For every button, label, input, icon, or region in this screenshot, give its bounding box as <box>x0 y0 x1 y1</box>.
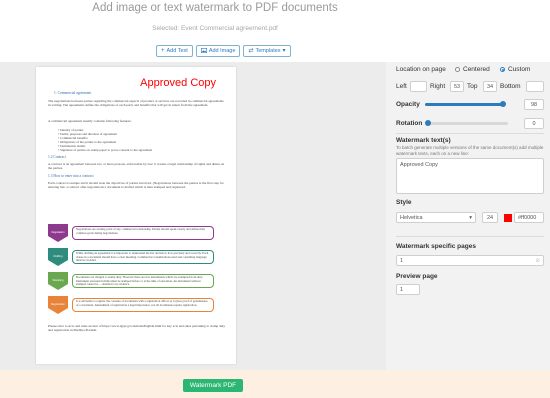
clear-icon[interactable]: ⊘ <box>535 258 540 264</box>
divider <box>396 236 544 237</box>
doc-paragraph-4: Each contract is unique and it should st… <box>48 181 224 189</box>
templates-button[interactable]: ⇄ Templates ▾ <box>243 45 291 57</box>
flow-step-chevron: Drafting <box>48 248 68 266</box>
watermark-text-help: To batch generate multiple versions of t… <box>396 145 544 156</box>
bottom-input[interactable] <box>526 81 544 92</box>
centered-radio[interactable] <box>455 67 460 72</box>
doc-heading-1: 1. Commercial agreement <box>54 91 92 95</box>
flow-step-text: Negotiations are starting point of any c… <box>72 226 214 240</box>
rotation-label: Rotation <box>396 120 423 127</box>
doc-heading-2: 1.2 Contract <box>48 155 66 159</box>
bottom-label: Bottom <box>500 83 521 90</box>
style-label: Style <box>396 199 412 206</box>
top-label: Top <box>467 83 478 90</box>
flow-step-label: Drafting <box>53 254 63 258</box>
left-label: Left <box>396 83 407 90</box>
document-preview[interactable]: Approved Copy 1. Commercial agreement Th… <box>36 67 236 364</box>
add-image-label: Add Image <box>208 48 236 54</box>
right-label: Right <box>430 83 446 90</box>
flow-step-text: Documents are charged to stamp duty. How… <box>72 274 214 288</box>
font-select-value: Helvetica <box>400 214 423 221</box>
rotation-input[interactable]: 0 <box>524 118 544 129</box>
flow-step-label: Stamping <box>53 278 65 282</box>
left-input[interactable] <box>410 81 427 92</box>
rotation-slider[interactable] <box>425 120 508 126</box>
flow-step: Stamping Documents are charged to stamp d… <box>48 272 216 290</box>
flow-step-label: Registration <box>51 302 65 306</box>
pages-label: Watermark specific pages <box>396 243 476 250</box>
watermark-text-input[interactable]: Approved Copy <box>396 158 544 194</box>
pages-input[interactable]: 1 ⊘ <box>396 255 544 266</box>
watermark-pdf-button[interactable]: Watermark PDF <box>183 379 243 392</box>
add-text-button[interactable]: + Add Text <box>156 45 193 57</box>
location-label: Location on page <box>396 66 446 73</box>
doc-heading-3: 1.3 How to enter into a contract <box>48 174 94 178</box>
plus-icon: + <box>161 48 165 54</box>
doc-paragraph-1: The negotiations between parties regardi… <box>48 99 224 107</box>
flow-step: Drafting While drafting an agreement it i… <box>48 248 216 266</box>
font-select[interactable]: Helvetica ▾ <box>396 212 476 223</box>
flow-step-chevron: Stamping <box>48 272 68 290</box>
preview-page-label: Preview page <box>396 273 438 280</box>
selected-file: Selected: Event Commercial agreement.pdf <box>152 25 278 32</box>
color-swatch[interactable] <box>504 214 512 222</box>
doc-paragraph-2: A commercial agreement usually contains … <box>48 119 132 123</box>
opacity-input[interactable]: 98 <box>524 99 544 110</box>
divider <box>396 133 544 134</box>
top-input[interactable]: 34 <box>483 81 497 92</box>
footer-bar <box>0 370 550 398</box>
templates-label: Templates <box>255 48 281 54</box>
templates-icon: ⇄ <box>248 48 254 54</box>
chevron-down-icon: ▾ <box>282 48 286 54</box>
flow-step-chevron: Negotiation <box>48 224 68 242</box>
opacity-slider-fill <box>425 103 504 106</box>
chevron-down-icon: ▾ <box>469 214 472 221</box>
flow-step-text: While drafting an agreement it is import… <box>72 250 214 264</box>
add-image-button[interactable]: Add Image <box>195 45 241 57</box>
page-title: Add image or text watermark to PDF docum… <box>92 2 338 14</box>
watermark-preview[interactable]: Approved Copy <box>140 77 216 89</box>
centered-label: Centered <box>463 66 490 73</box>
custom-radio[interactable] <box>500 67 505 72</box>
right-input[interactable]: 53 <box>450 81 464 92</box>
custom-label: Custom <box>508 66 531 73</box>
color-input[interactable]: #ff0000 <box>514 212 544 223</box>
doc-paragraph-5: Please refer to Acts and rules section o… <box>48 324 226 332</box>
opacity-slider[interactable] <box>425 101 507 107</box>
watermark-text-label: Watermark text(s) <box>396 137 451 144</box>
flow-step: Negotiation Negotiations are starting poi… <box>48 224 216 242</box>
flow-step-chevron: Registration <box>48 296 68 314</box>
flow-step-text: It is advisable to register the contents… <box>72 298 214 312</box>
preview-page-input[interactable]: 1 <box>396 284 420 295</box>
watermark-toolbar: + Add Text Add Image ⇄ Templates ▾ <box>156 45 291 57</box>
opacity-label: Opacity <box>396 101 420 108</box>
pages-input-value: 1 <box>400 257 404 264</box>
rotation-slider-handle[interactable] <box>425 120 431 126</box>
font-size-input[interactable]: 24 <box>482 212 498 223</box>
image-icon <box>200 47 207 55</box>
flow-step-label: Negotiation <box>51 230 65 234</box>
doc-paragraph-3: A contract is an agreement between two o… <box>48 162 225 170</box>
doc-list-item: • Signature of parties on stamp paper to… <box>58 148 153 152</box>
add-text-label: Add Text <box>166 48 188 54</box>
flow-step: Registration It is advisable to register … <box>48 296 216 314</box>
